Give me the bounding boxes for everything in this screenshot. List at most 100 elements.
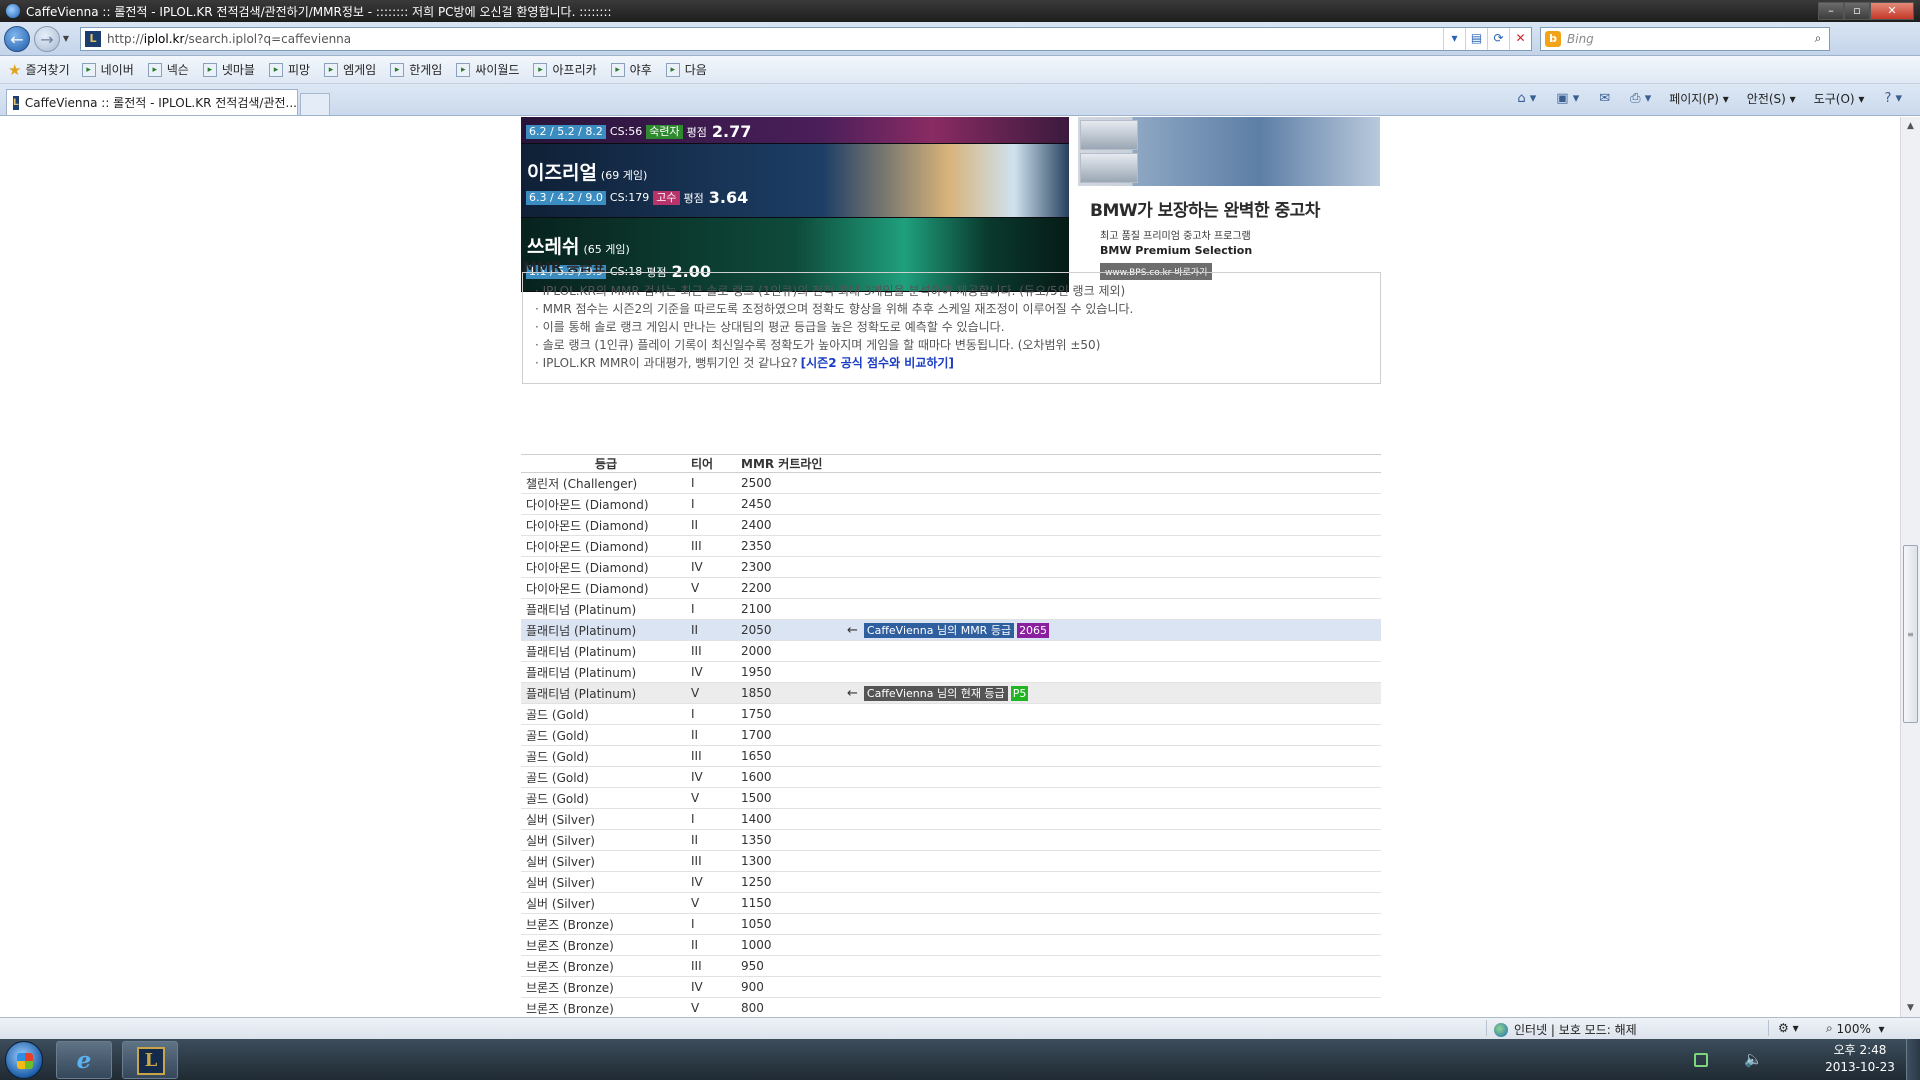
volume-icon[interactable]: 🔈 xyxy=(1744,1050,1763,1068)
clock[interactable]: 오후 2:48 2013-10-23 xyxy=(1820,1042,1900,1076)
tab-iplol[interactable]: L CaffeVienna :: 롤전적 - IPLOL.KR 전적검색/관전.… xyxy=(6,89,298,115)
feeds-icon[interactable]: ▣ ▾ xyxy=(1556,91,1579,106)
grade-cell: 플래티넘 (Platinum) xyxy=(521,661,691,683)
scroll-thumb[interactable]: ≡ xyxy=(1903,545,1918,723)
marker-cell xyxy=(841,787,1381,809)
table-row: 브론즈 (Bronze) II 1000 xyxy=(521,934,1381,956)
search-placeholder[interactable]: Bing xyxy=(1567,32,1807,46)
mmr-table: 등급 티어 MMR 커트라인 챌린저 (Challenger) I 2500 다이아몬… xyxy=(521,454,1381,1017)
table-row: 골드 (Gold) III 1650 xyxy=(521,745,1381,767)
favorite-site-icon: ▸ xyxy=(268,62,283,77)
compatibility-view-icon[interactable]: ▤ xyxy=(1465,27,1487,50)
fav-item-cyworld[interactable]: ▸ 싸이월드 xyxy=(456,61,519,78)
search-icon[interactable]: ⌕ xyxy=(1807,31,1829,46)
bmw-ad-banner[interactable]: BMW가 보장하는 완벽한 중고차 최고 품질 프리미엄 중고차 프로그램 BM… xyxy=(1078,117,1380,280)
grade-cell: 골드 (Gold) xyxy=(521,724,691,746)
info-line: MMR 점수는 시즌2의 기준을 따르도록 조정하였으며 정확도 향상을 위해 … xyxy=(535,300,1372,318)
security-zone[interactable]: 인터넷 | 보호 모드: 해제 xyxy=(1494,1021,1637,1038)
marker-value: P5 xyxy=(1010,685,1029,701)
level-badge: 고수 xyxy=(653,190,680,205)
tier-cell: I xyxy=(691,913,741,935)
marker-cell xyxy=(841,913,1381,935)
table-row: 골드 (Gold) I 1750 xyxy=(521,703,1381,725)
info-line: IPLOL.KR MMR이 과대평가, 뻥튀기인 것 같나요?[시즌2 공식 점… xyxy=(535,354,1372,372)
fav-item-netmarble[interactable]: ▸ 넷마블 xyxy=(202,61,255,78)
favorite-site-icon: ▸ xyxy=(665,62,680,77)
title-bar: CaffeVienna :: 롤전적 - IPLOL.KR 전적검색/관전하기/… xyxy=(0,0,1920,22)
tier-cell: II xyxy=(691,619,741,641)
zoom-control[interactable]: ⌕ 100% ▾ xyxy=(1826,1021,1885,1036)
forward-button[interactable]: → xyxy=(34,25,60,52)
taskbar-internet-explorer[interactable]: e xyxy=(56,1041,112,1079)
grade-cell: 다이아몬드 (Diamond) xyxy=(521,577,691,599)
fav-item-yahoo[interactable]: ▸ 야후 xyxy=(610,61,652,78)
ad-brand: BMW Premium Selection xyxy=(1100,244,1253,257)
safety-menu[interactable]: 안전(S) ▾ xyxy=(1747,90,1796,107)
home-icon[interactable]: ⌂ ▾ xyxy=(1517,91,1536,106)
grade-cell: 다이아몬드 (Diamond) xyxy=(521,535,691,557)
mmr-cell: 1950 xyxy=(741,661,841,683)
vertical-scrollbar[interactable]: ▲ ≡ ▼ xyxy=(1900,117,1920,1017)
fav-item-naver[interactable]: ▸ 네이버 xyxy=(81,61,134,78)
lol-icon: L xyxy=(137,1047,165,1075)
ad-image xyxy=(1078,117,1380,186)
tools-menu[interactable]: 도구(O) ▾ xyxy=(1814,90,1865,107)
favorite-site-icon: ▸ xyxy=(324,62,339,77)
info-line: 이를 통해 솔로 랭크 게임시 만나는 상대팀의 평균 등급을 높은 정확도로 … xyxy=(535,318,1372,336)
fav-item-hangame[interactable]: ▸ 한게임 xyxy=(390,61,442,78)
search-field[interactable]: b Bing ⌕ xyxy=(1540,26,1830,51)
favorites-button[interactable]: ★ 즐겨찾기 xyxy=(8,61,70,79)
ad-subtitle: 최고 품질 프리미엄 중고차 프로그램 xyxy=(1100,231,1251,242)
scroll-down-arrow[interactable]: ▼ xyxy=(1901,999,1920,1017)
cs: CS:56 xyxy=(609,125,643,138)
start-button[interactable] xyxy=(5,1041,43,1079)
stop-icon[interactable]: ✕ xyxy=(1509,27,1531,50)
tier-cell: III xyxy=(691,955,741,977)
back-button[interactable]: ← xyxy=(4,25,30,52)
info-line: 솔로 랭크 (1인큐) 플레이 기록이 최신일수록 정확도가 높아지며 게임을 … xyxy=(535,336,1372,354)
car-thumbnail xyxy=(1080,120,1138,150)
mail-icon[interactable]: ✉ xyxy=(1599,91,1610,106)
marker-cell xyxy=(841,724,1381,746)
fav-item-afreeca[interactable]: ▸ 아프리카 xyxy=(533,61,597,78)
column-header-mmr: MMR 커트라인 xyxy=(741,454,841,473)
grade-cell: 다이아몬드 (Diamond) xyxy=(521,556,691,578)
marker-cell xyxy=(841,514,1381,536)
mmr-info-box: IPLOL.KR의 MMR 검사는 최근 솔로 랭크 (1인큐)의 전적 최대 … xyxy=(522,272,1381,384)
taskbar-league-of-legends[interactable]: L xyxy=(122,1041,178,1079)
new-tab-button[interactable] xyxy=(300,93,330,115)
grade-cell: 다이아몬드 (Diamond) xyxy=(521,514,691,536)
minimize-button[interactable]: – xyxy=(1818,2,1844,20)
table-row: 골드 (Gold) II 1700 xyxy=(521,724,1381,746)
fav-item-pmang[interactable]: ▸ 피망 xyxy=(268,61,310,78)
address-dropdown-icon[interactable]: ▾ xyxy=(1443,27,1465,50)
protected-mode-icon[interactable]: ⚙ ▾ xyxy=(1778,1021,1799,1035)
table-row: 플래티넘 (Platinum) III 2000 xyxy=(521,640,1381,662)
address-field[interactable]: L http://iplol.kr/search.iplol?q=caffevi… xyxy=(80,26,1532,51)
network-icon[interactable] xyxy=(1694,1053,1708,1067)
url-text[interactable]: http://iplol.kr/search.iplol?q=caffevien… xyxy=(107,32,1443,46)
refresh-icon[interactable]: ⟳ xyxy=(1487,27,1509,50)
maximize-button[interactable]: ▫ xyxy=(1844,2,1870,20)
scroll-up-arrow[interactable]: ▲ xyxy=(1901,117,1920,135)
marker-cell xyxy=(841,997,1381,1017)
tier-cell: II xyxy=(691,514,741,536)
show-desktop-button[interactable] xyxy=(1906,1039,1920,1080)
print-icon[interactable]: ⎙ ▾ xyxy=(1630,91,1651,106)
grade-cell: 브론즈 (Bronze) xyxy=(521,934,691,956)
arrow-left-icon: ← xyxy=(847,622,858,638)
mmr-cell: 1650 xyxy=(741,745,841,767)
compare-season2-link[interactable]: [시즌2 공식 점수와 비교하기] xyxy=(801,356,954,370)
fav-item-nexon[interactable]: ▸ 넥슨 xyxy=(147,61,189,78)
help-icon[interactable]: ? ▾ xyxy=(1884,91,1902,106)
mmr-cell: 1250 xyxy=(741,871,841,893)
page-menu[interactable]: 페이지(P) ▾ xyxy=(1669,90,1729,107)
close-window-button[interactable]: ✕ xyxy=(1870,2,1914,20)
fav-item-daum[interactable]: ▸ 다음 xyxy=(665,61,707,78)
tier-cell: IV xyxy=(691,976,741,998)
marker-cell xyxy=(841,766,1381,788)
fav-item-mgame[interactable]: ▸ 엠게임 xyxy=(324,61,376,78)
recent-pages-dropdown[interactable]: ▼ xyxy=(60,34,72,43)
tier-cell: III xyxy=(691,535,741,557)
mmr-cell: 1750 xyxy=(741,703,841,725)
